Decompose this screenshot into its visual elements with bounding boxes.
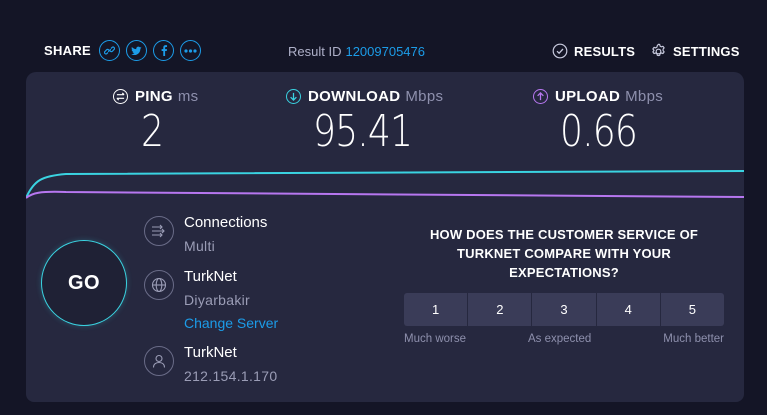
- upload-unit: Mbps: [625, 88, 664, 105]
- connections-icon: [144, 216, 174, 246]
- user-icon: [144, 346, 174, 376]
- result-id-label: Result ID: [288, 44, 342, 59]
- twitter-icon[interactable]: [126, 40, 148, 61]
- ping-value: 2: [141, 106, 164, 157]
- speed-graph: [26, 170, 744, 199]
- rating-label-mid: As expected: [528, 333, 592, 345]
- download-header: DOWNLOAD Mbps: [286, 88, 443, 105]
- rating-button-2[interactable]: 2: [468, 293, 532, 326]
- download-arrow-icon: [286, 89, 301, 104]
- rating-button-5[interactable]: 5: [660, 293, 725, 326]
- isp-name: TurkNet: [184, 344, 237, 361]
- ping-label: PING: [135, 88, 173, 105]
- facebook-icon[interactable]: [153, 40, 175, 61]
- upload-header: UPLOAD Mbps: [533, 88, 663, 105]
- rating-label-low: Much worse: [404, 333, 466, 345]
- share-group: SHARE: [44, 40, 207, 61]
- server-name: TurkNet: [184, 268, 237, 285]
- result-id-link[interactable]: 12009705476: [345, 44, 425, 59]
- upload-label: UPLOAD: [555, 88, 621, 105]
- isp-ip: 212.154.1.170: [184, 368, 278, 384]
- globe-icon: [144, 270, 174, 300]
- share-label: SHARE: [44, 43, 92, 58]
- survey-question: HOW DOES THE CUSTOMER SERVICE OF TURKNET…: [429, 227, 699, 280]
- check-circle-icon: [552, 43, 568, 59]
- upload-value: 0.66: [560, 106, 638, 157]
- ping-unit: ms: [177, 88, 199, 105]
- gear-icon: [652, 43, 665, 57]
- settings-button[interactable]: SETTINGS: [650, 43, 740, 60]
- rating-button-3[interactable]: 3: [532, 293, 596, 326]
- results-label: RESULTS: [574, 43, 636, 59]
- connections-title: Connections: [184, 214, 268, 231]
- upload-arrow-icon: [533, 89, 548, 104]
- settings-label: SETTINGS: [673, 44, 740, 59]
- results-button[interactable]: RESULTS: [552, 43, 635, 59]
- upload-speed-line: [26, 190, 744, 199]
- download-label: DOWNLOAD: [308, 88, 401, 105]
- rating-button-4[interactable]: 4: [596, 293, 660, 326]
- connections-mode: Multi: [184, 238, 216, 254]
- download-unit: Mbps: [405, 88, 444, 105]
- change-server-link[interactable]: Change Server: [184, 315, 278, 331]
- link-icon[interactable]: [99, 40, 121, 61]
- more-icon[interactable]: [180, 40, 202, 61]
- rating-labels: Much worse As expected Much better: [404, 333, 724, 349]
- ping-header: PING ms: [113, 88, 198, 105]
- rating-scale: 1 2 3 4 5: [404, 293, 725, 326]
- rating-button-1[interactable]: 1: [404, 293, 468, 326]
- server-location: Diyarbakir: [184, 292, 251, 308]
- result-id: Result ID 12009705476: [288, 44, 425, 59]
- top-bar: SHARE Result ID 12009705476 RESULTS SETTI…: [0, 0, 767, 72]
- rating-label-high: Much better: [663, 333, 724, 345]
- download-value: 95.41: [313, 106, 413, 157]
- ping-icon: [113, 89, 128, 104]
- go-button[interactable]: GO: [41, 240, 127, 326]
